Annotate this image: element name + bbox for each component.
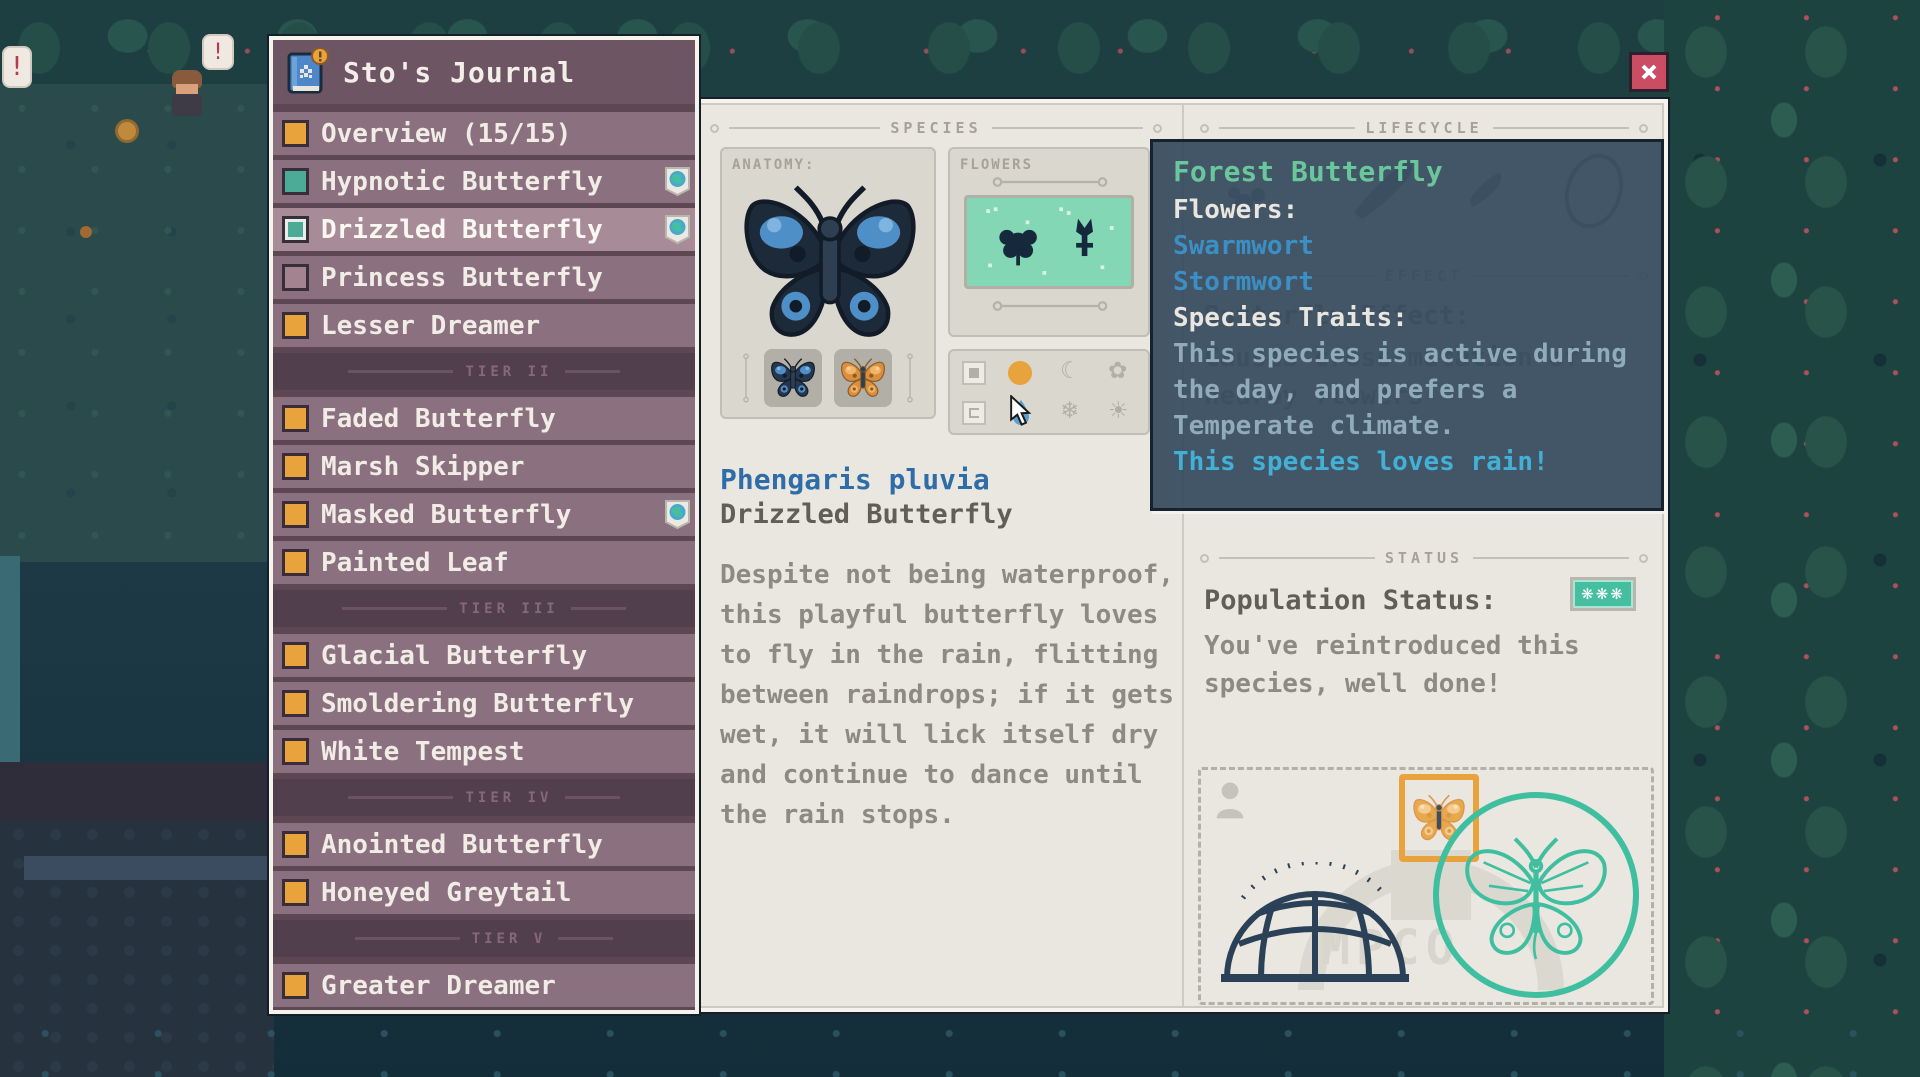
variant-thumb-blue[interactable] [764,349,822,407]
sidebar-item-faded-butterfly[interactable]: Faded Butterfly [273,397,695,440]
header-curl [710,124,719,133]
sidebar-item-lesser-dreamer[interactable]: Lesser Dreamer [273,304,695,347]
close-button[interactable] [1629,52,1669,92]
tier-3-separator: TIER III [273,590,695,627]
decorative-curl [740,352,752,404]
sidebar-item-white-tempest[interactable]: White Tempest [273,730,695,773]
population-status-label: Population Status: [1204,585,1497,616]
butterfly-variant-orange-icon [840,356,886,400]
population-status-badge: ❋❋❋ [1570,577,1636,611]
tooltip-flower-link[interactable]: Stormwort [1173,264,1641,300]
journal-book-icon [287,48,329,96]
reintroduced-globe-badge-icon [664,214,691,245]
variant-thumb-orange[interactable] [834,349,892,407]
sidebar-item-princess-butterfly[interactable]: Princess Butterfly [273,256,695,299]
flower-icon[interactable]: ✿ [1108,360,1127,383]
forest-right [1664,0,1920,1077]
species-description: Despite not being waterproof, this playf… [720,555,1176,835]
flower-sprite [118,122,136,140]
tier-2-separator: TIER II [273,353,695,390]
flower-sprite [80,226,92,238]
species-traits-tooltip: Forest Butterfly Flowers: Swarmwort Stor… [1150,139,1664,511]
climate-checkbox[interactable] [962,401,986,425]
water-bottom [0,1013,1920,1077]
journal-main-panel: SPECIES ANATOMY: FLOWERS [690,99,1668,1012]
sidebar-item-drizzled-butterfly[interactable]: Drizzled Butterfly [273,208,695,251]
status-section-header: STATUS [1200,549,1648,567]
sidebar-item-glacial-butterfly[interactable]: Glacial Butterfly [273,634,695,677]
tier-4-separator: TIER IV [273,779,695,816]
game-screen: ! ! SPECIES ANATOMY: FLOWERS [0,0,1920,1077]
journal-title: Sto's Journal [343,56,575,89]
teal-circle-stamp [1433,792,1639,998]
globe-dome-stamp [1215,862,1415,988]
species-section-header: SPECIES [710,119,1162,137]
sun-active-icon[interactable] [1008,361,1032,385]
tooltip-title: Forest Butterfly [1173,154,1641,190]
sidebar-item-overview[interactable]: Overview (15/15) [273,112,695,155]
sidebar-item-hypnotic-butterfly[interactable]: Hypnotic Butterfly [273,160,695,203]
sidebar-item-painted-leaf[interactable]: Painted Leaf [273,541,695,584]
tooltip-flower-link[interactable]: Swarmwort [1173,228,1641,264]
sidebar-item-marsh-skipper[interactable]: Marsh Skipper [273,445,695,488]
sidebar-item-smoldering-butterfly[interactable]: Smoldering Butterfly [273,682,695,725]
decorative-scroll [990,173,1110,191]
sidebar-item-greater-dreamer[interactable]: Greater Dreamer [273,964,695,1007]
pond [0,556,20,764]
building-window [24,856,274,880]
sidebar-item-honeyed-greytail[interactable]: Honeyed Greytail [273,871,695,914]
npc-face [176,84,198,94]
traits-toggle-box: ☾ ✿ ❄ ☀ [948,349,1150,435]
tooltip-traits-text: This species is active during the day, a… [1173,336,1641,444]
journal-sidebar: Sto's Journal Overview (15/15) Hypnotic … [269,36,699,1014]
scientific-name-link[interactable]: Phengaris pluvia [720,463,990,496]
corner-exclaim-bubble: ! [2,46,32,88]
daytime-checkbox[interactable] [962,361,986,385]
reintroduced-globe-badge-icon [664,499,691,530]
anatomy-label: ANATOMY: [732,157,815,173]
mouse-cursor [1006,395,1036,427]
tooltip-flowers-heading: Flowers: [1173,192,1641,228]
person-icon [1213,780,1247,820]
npc-body [172,94,202,116]
status-message: You've reintroduced this species, well d… [1204,627,1664,703]
journal-title-bar: Sto's Journal [273,40,695,104]
flowers-label: FLOWERS [960,157,1033,173]
npc-exclaim-bubble: ! [202,34,234,70]
tooltip-traits-heading: Species Traits: [1173,300,1641,336]
sidebar-item-masked-butterfly[interactable]: Masked Butterfly [273,493,695,536]
common-name: Drizzled Butterfly [720,499,1013,530]
flower-silhouettes [967,198,1131,286]
header-curl [1153,124,1162,133]
tier-5-separator: TIER V [273,920,695,957]
moon-icon[interactable]: ☾ [1060,360,1081,383]
grass-area [0,84,274,562]
close-icon [1640,63,1658,81]
tooltip-traits-highlight: This species loves rain! [1173,444,1641,480]
sidebar-item-anointed-butterfly[interactable]: Anointed Butterfly [273,823,695,866]
sun-dim-icon[interactable]: ☀ [1108,400,1129,423]
decorative-curl [904,352,916,404]
anatomy-box: ANATOMY: [720,147,936,419]
reintroduced-globe-badge-icon [664,166,691,197]
decorative-scroll [990,297,1110,315]
flowers-box: FLOWERS [948,147,1150,337]
lifecycle-section-header: LIFECYCLE [1200,119,1648,137]
reintroduction-stamp-card: MPCO [1198,767,1654,1005]
snowflake-icon[interactable]: ❄ [1060,400,1079,423]
butterfly-variant-blue-icon [770,356,816,400]
butterfly-anatomy-sprite [740,179,920,347]
building-roof [0,762,274,820]
flower-habitat-scene [964,195,1134,289]
species-list: Overview (15/15) Hypnotic Butterfly Driz… [273,112,695,1012]
teal-butterfly-icon [1457,823,1615,967]
variant-thumbnails [722,349,934,407]
